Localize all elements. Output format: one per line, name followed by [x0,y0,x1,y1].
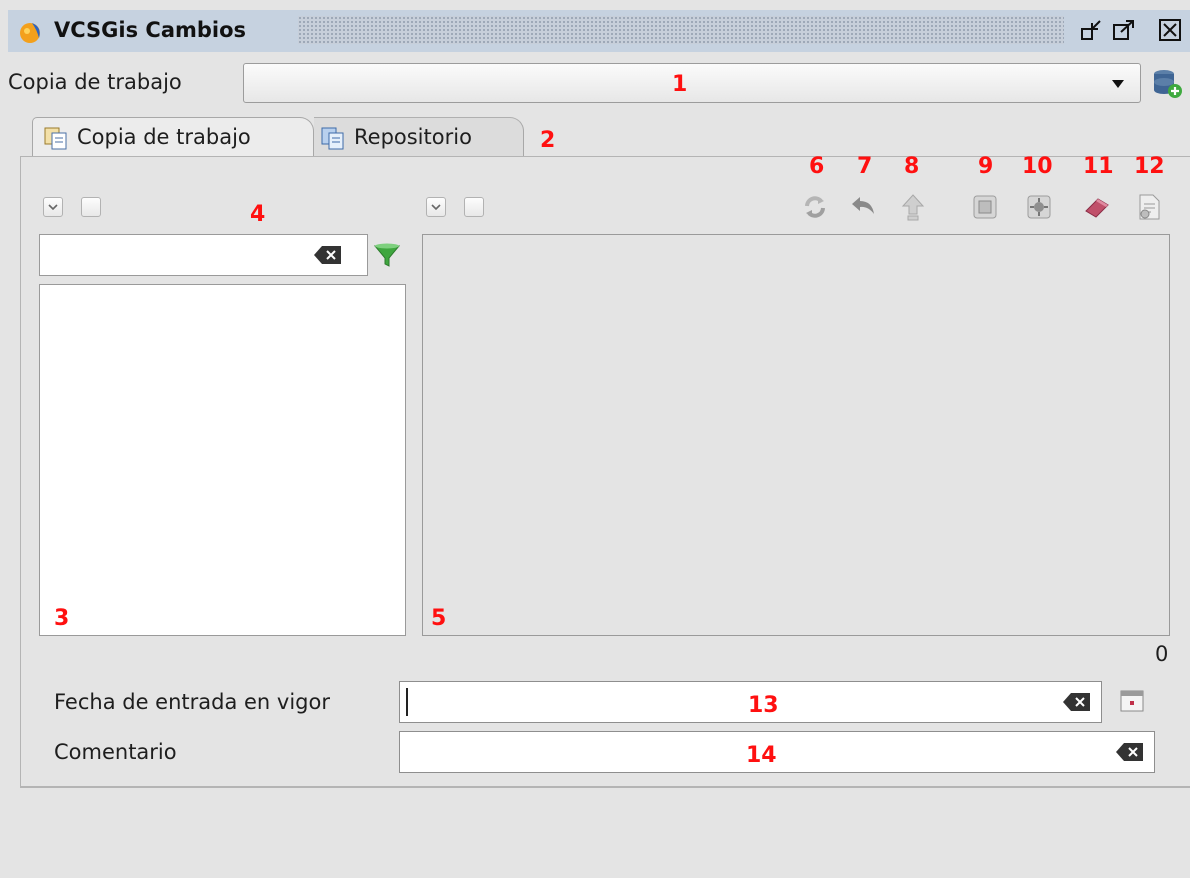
comment-field[interactable] [399,731,1155,773]
deselect-icon[interactable] [81,197,101,217]
annotation-7: 7 [857,154,873,179]
working-copy-label: Copia de trabajo [8,70,182,94]
zoom-to-selection-icon[interactable] [970,192,1000,222]
clear-date-icon[interactable] [1062,691,1092,713]
app-icon [18,20,44,44]
tab-repository[interactable]: Repositorio [314,117,524,157]
annotation-8: 8 [904,154,920,179]
tab-working-copy-label: Copia de trabajo [77,125,251,149]
working-copy-tab-icon [43,126,69,150]
annotation-12: 12 [1134,154,1165,179]
select-all-changes-icon[interactable] [426,197,446,217]
changes-count: 0 [1155,642,1169,666]
chevron-down-icon[interactable] [1112,80,1124,88]
annotation-1: 1 [672,72,688,97]
annotation-13: 13 [748,693,779,718]
clear-icon[interactable] [313,244,343,266]
annotation-6: 6 [809,154,825,179]
working-copy-combo[interactable] [243,63,1141,103]
window-title: VCSGis Cambios [54,18,247,42]
annotation-9: 9 [978,154,994,179]
annotation-10: 10 [1022,154,1053,179]
database-add-icon[interactable] [1150,66,1184,100]
close-icon[interactable] [1158,18,1182,42]
eraser-icon[interactable] [1082,192,1112,222]
filter-icon[interactable] [372,240,402,270]
maximize-icon[interactable] [1112,18,1136,42]
commit-icon[interactable] [898,192,928,222]
calendar-icon[interactable] [1118,686,1146,714]
annotation-14: 14 [746,743,777,768]
tab-repository-label: Repositorio [354,125,472,149]
text-cursor [406,688,408,716]
select-all-icon[interactable] [43,197,63,217]
annotation-11: 11 [1083,154,1114,179]
clear-comment-icon[interactable] [1115,741,1145,763]
revert-icon[interactable] [848,192,878,222]
tab-working-copy[interactable]: Copia de trabajo [32,117,314,157]
layer-list[interactable] [39,284,406,636]
annotation-4: 4 [250,202,266,227]
minimize-icon[interactable] [1080,18,1104,42]
report-icon[interactable] [1134,192,1164,222]
annotation-5: 5 [431,606,447,631]
changes-table[interactable] [422,234,1170,636]
repository-tab-icon [320,126,346,150]
refresh-icon[interactable] [800,192,830,222]
deselect-changes-icon[interactable] [464,197,484,217]
annotation-2: 2 [540,128,556,153]
annotation-3: 3 [54,606,70,631]
comment-label: Comentario [54,740,177,764]
center-on-selection-icon[interactable] [1024,192,1054,222]
titlebar-pattern [298,16,1064,44]
effective-date-label: Fecha de entrada en vigor [54,690,330,714]
